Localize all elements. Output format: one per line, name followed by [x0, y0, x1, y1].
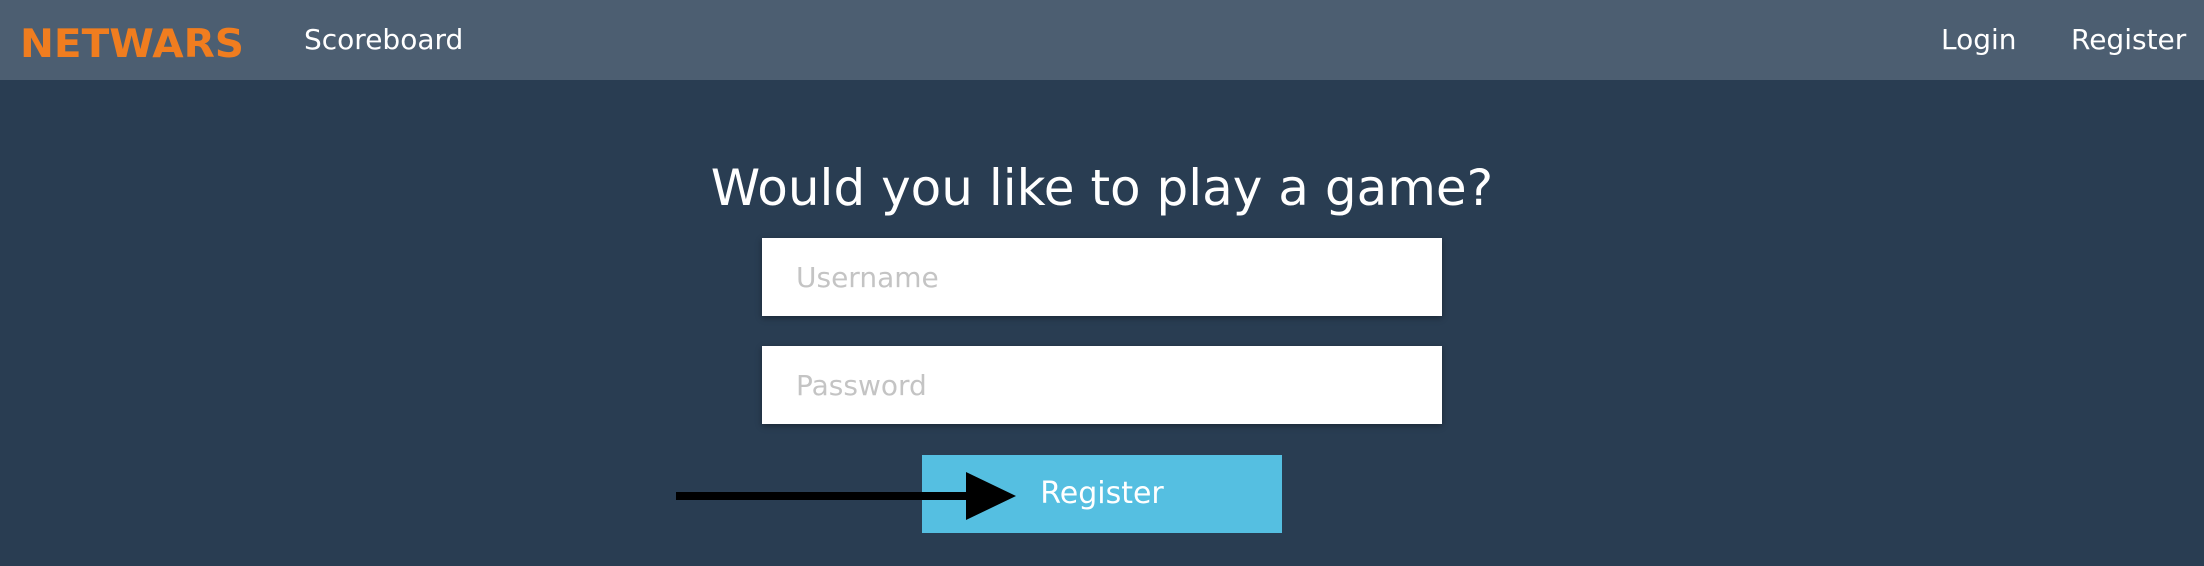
- netwars-logo[interactable]: NETWARS: [20, 13, 250, 67]
- nav-login-link[interactable]: Login: [1941, 0, 2017, 80]
- arrow-right-icon: [676, 472, 1016, 520]
- password-input[interactable]: [762, 346, 1442, 424]
- svg-text:NETWARS: NETWARS: [20, 22, 244, 67]
- nav-register-link[interactable]: Register: [2071, 0, 2186, 80]
- username-input[interactable]: [762, 238, 1442, 316]
- page-headline: Would you like to play a game?: [710, 159, 1494, 217]
- top-navbar: NETWARS Scoreboard Login Register: [0, 0, 2204, 80]
- nav-scoreboard-link[interactable]: Scoreboard: [304, 0, 463, 80]
